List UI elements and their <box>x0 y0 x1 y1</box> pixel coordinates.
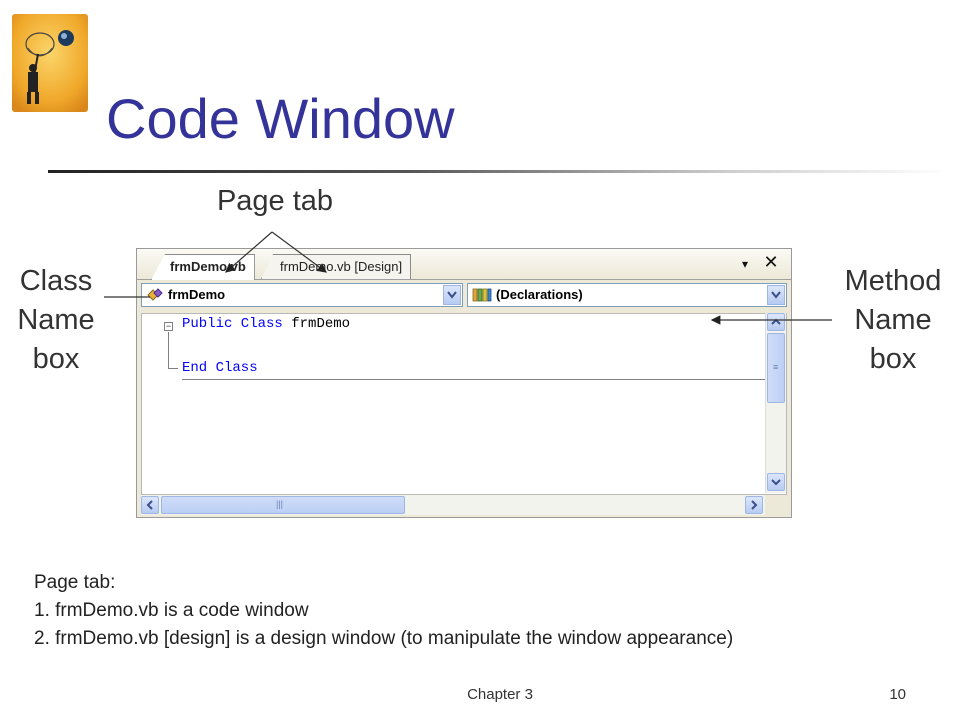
navigation-bar: frmDemo (Declarations) <box>137 281 791 311</box>
code-editor[interactable]: − Public Class frmDemo End Class <box>141 313 787 495</box>
callout-method-line: box <box>869 343 917 375</box>
callout-class-line: Class <box>19 265 93 297</box>
chevron-down-icon[interactable] <box>767 285 785 305</box>
logo-butterfly-net <box>10 12 90 114</box>
declarations-icon <box>472 287 492 303</box>
horizontal-scroll-thumb[interactable]: ||| <box>161 496 405 514</box>
vertical-scrollbar[interactable]: ≡ <box>765 313 786 493</box>
callout-method-line: Name <box>854 304 932 336</box>
tab-frmdemo-design[interactable]: frmDemo.vb [Design] <box>261 254 412 279</box>
method-name-combo[interactable]: (Declarations) <box>467 283 787 307</box>
scroll-down-button[interactable] <box>767 473 785 491</box>
class-name-value: frmDemo <box>168 287 226 302</box>
callout-method-name-box: Method Name box <box>828 262 958 379</box>
horizontal-scrollbar[interactable]: ||| <box>141 495 765 515</box>
callout-method-line: Method <box>844 265 942 297</box>
code-line: Public Class frmDemo <box>182 316 350 332</box>
chevron-down-icon[interactable] <box>443 285 461 305</box>
tab-list-dropdown-icon[interactable]: ▾ <box>737 256 753 272</box>
footer-chapter: Chapter 3 <box>467 686 533 703</box>
scroll-up-button[interactable] <box>767 313 785 331</box>
callout-class-name-box: Class Name box <box>4 262 108 379</box>
class-icon <box>146 287 164 303</box>
notes-block: Page tab: 1. frmDemo.vb is a code window… <box>34 569 733 653</box>
code-identifier: frmDemo <box>291 316 351 332</box>
slide-title: Code Window <box>106 87 455 150</box>
scroll-left-button[interactable] <box>141 496 159 514</box>
tab-strip: frmDemo.vb frmDemo.vb [Design] ▾ ✕ <box>137 249 791 280</box>
callout-class-line: Name <box>17 304 95 336</box>
scroll-right-button[interactable] <box>745 496 763 514</box>
grip-icon: ≡ <box>773 362 779 372</box>
code-keyword: End Class <box>182 360 258 376</box>
callout-page-tab: Page tab <box>216 185 334 217</box>
footer-page-number: 10 <box>889 686 906 703</box>
vertical-scroll-thumb[interactable]: ≡ <box>767 333 785 403</box>
collapse-toggle-icon[interactable]: − <box>164 322 173 331</box>
outline-guide-end <box>168 368 178 369</box>
method-name-value: (Declarations) <box>496 287 583 302</box>
code-window-screenshot: frmDemo.vb frmDemo.vb [Design] ▾ ✕ frmDe… <box>136 248 792 518</box>
callout-class-line: box <box>32 343 80 375</box>
procedure-separator <box>182 379 768 380</box>
tab-frmdemo-code[interactable]: frmDemo.vb <box>151 254 255 280</box>
code-line: End Class <box>182 360 258 376</box>
code-keyword: Public Class <box>182 316 283 332</box>
grip-icon: ||| <box>276 499 284 509</box>
notes-heading: Page tab: <box>34 572 116 593</box>
class-name-combo[interactable]: frmDemo <box>141 283 463 307</box>
title-underline <box>48 170 948 173</box>
notes-item: 1. frmDemo.vb is a code window <box>34 600 309 621</box>
notes-item: 2. frmDemo.vb [design] is a design windo… <box>34 628 734 649</box>
outline-guide <box>168 332 169 368</box>
close-icon[interactable]: ✕ <box>761 252 781 272</box>
